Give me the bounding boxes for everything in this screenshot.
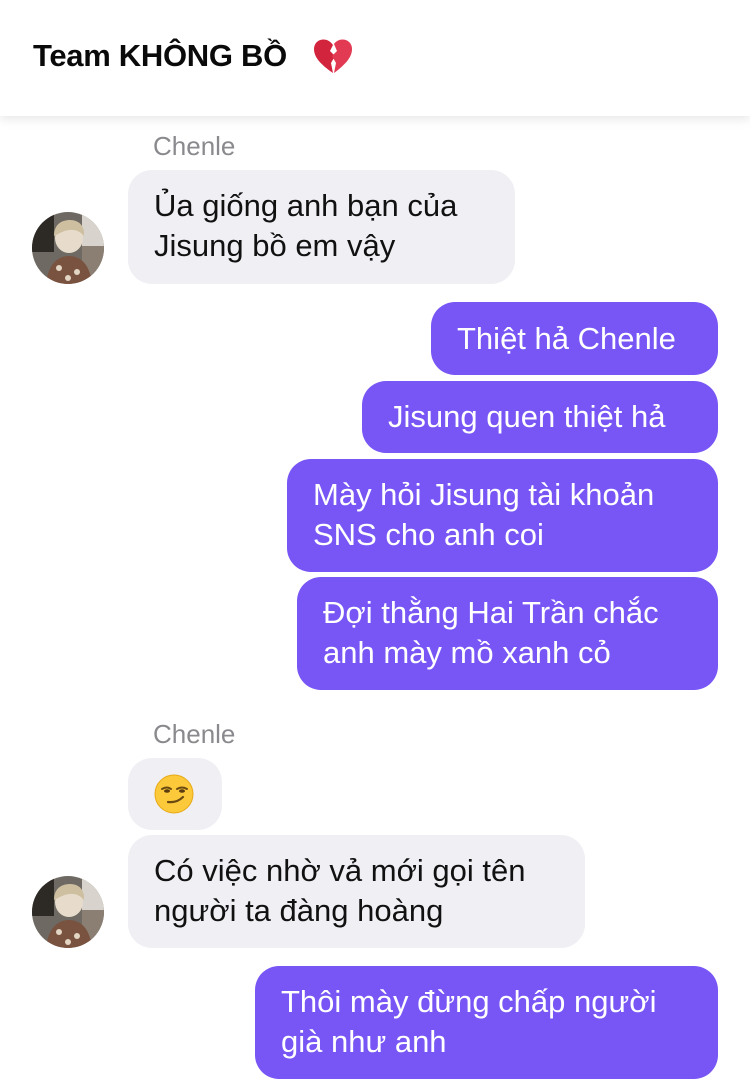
broken-heart-icon [314, 39, 352, 73]
message-line: Thiệt hả Chenle [457, 320, 676, 356]
avatar[interactable] [32, 876, 104, 948]
outgoing-message[interactable]: Thiệt hả Chenle [431, 302, 718, 375]
sender-name: Chenle [153, 131, 236, 161]
message-line: Đợi thằng Hai Trần chắc [323, 595, 659, 630]
outgoing-message[interactable]: Mày hỏi Jisung tài khoản SNS cho anh coi [287, 459, 718, 572]
message-line: Ủa giống anh bạn của [154, 188, 458, 223]
message-line: Thôi mày đừng chấp người [281, 984, 657, 1019]
outgoing-message[interactable]: Thôi mày đừng chấp người già như anh [255, 966, 718, 1079]
message-line: Jisung bồ em vậy [154, 228, 396, 263]
incoming-message[interactable]: Ủa giống anh bạn của Jisung bồ em vậy [128, 170, 515, 284]
message-line: Có việc nhờ vả mới gọi tên [154, 853, 526, 888]
incoming-message[interactable]: Có việc nhờ vả mới gọi tên người ta đàng… [128, 835, 585, 948]
outgoing-message[interactable]: Đợi thằng Hai Trần chắc anh mày mồ xanh … [297, 577, 718, 690]
incoming-message[interactable] [128, 758, 222, 830]
message-line: anh mày mồ xanh cỏ [323, 635, 611, 670]
message-line: người ta đàng hoàng [154, 893, 444, 928]
message-line: già như anh [281, 1024, 447, 1059]
message-line: Jisung quen thiệt hả [388, 399, 666, 434]
avatar-image [32, 876, 104, 948]
message-line: Mày hỏi Jisung tài khoản [313, 477, 655, 512]
message-line: SNS cho anh coi [313, 517, 544, 552]
chat-title[interactable]: Team KHÔNG BỒ [33, 38, 287, 74]
chat-header: Team KHÔNG BỒ [0, 0, 750, 116]
avatar-image [32, 212, 104, 284]
outgoing-message[interactable]: Jisung quen thiệt hả [362, 381, 718, 453]
avatar[interactable] [32, 212, 104, 284]
smirking-face-icon [154, 774, 194, 814]
sender-name: Chenle [153, 719, 236, 749]
